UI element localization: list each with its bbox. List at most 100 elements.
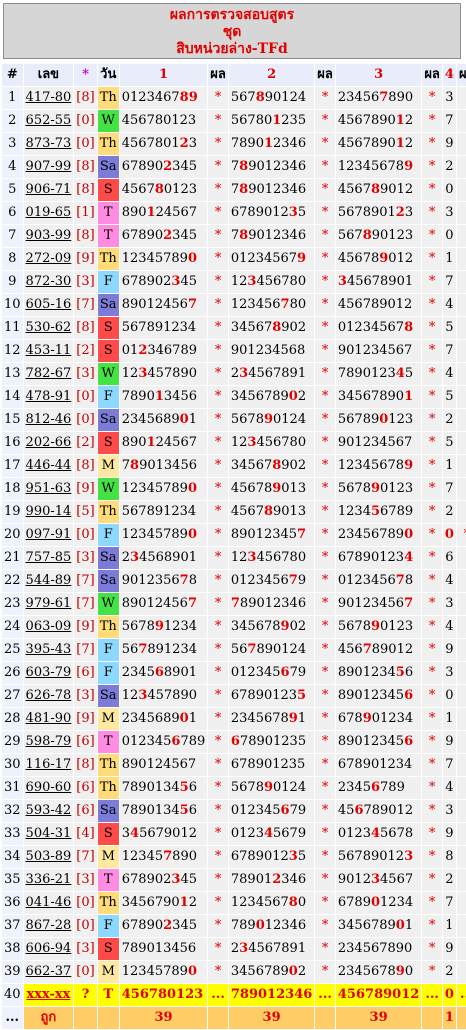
number-link[interactable]: 652-55: [23, 110, 74, 132]
row-number: 32: [2, 800, 23, 822]
set-digits-tail: 890124: [256, 642, 307, 657]
number-link[interactable]: 690-60: [23, 777, 74, 799]
number-link[interactable]: 503-89: [23, 846, 74, 868]
number-link[interactable]: 605-16: [23, 294, 74, 316]
number-link[interactable]: 336-21: [23, 869, 74, 891]
bracket-digit: [8]: [74, 455, 97, 477]
table-row: 10 605-16 [7] Sa 890124567 * 123456780 * 4567890…: [2, 294, 466, 316]
number-link[interactable]: 063-09: [23, 616, 74, 638]
number-link[interactable]: 530-62: [23, 317, 74, 339]
set-digits: 2: [230, 366, 240, 381]
set-1-digits: 012346789: [119, 340, 208, 362]
hit-digit: 7: [187, 596, 197, 611]
set-2-digits: 345678902: [228, 386, 315, 408]
number-link[interactable]: 598-79: [23, 731, 74, 753]
set-digits-tail: 789: [380, 780, 405, 795]
set-3-digits: 345678901: [335, 915, 422, 937]
number-link[interactable]: 097-91: [23, 524, 74, 546]
set-digits-tail: 0123: [380, 481, 414, 496]
set-3-digits: 123456789: [335, 156, 422, 178]
number-link[interactable]: 662-37: [23, 961, 74, 983]
day-badge: Sa: [97, 570, 119, 592]
number-link[interactable]: 990-14: [23, 501, 74, 523]
day-badge: T: [97, 984, 119, 1006]
result-3: *: [422, 777, 442, 799]
result-3: *: [422, 248, 442, 270]
set-digits: 4567: [230, 504, 264, 519]
result-2: *: [315, 294, 335, 316]
number-link[interactable]: 504-31: [23, 823, 74, 845]
number-link[interactable]: 544-89: [23, 570, 74, 592]
set-2-digits: 678901235: [228, 846, 315, 868]
set-digits-tail: 45: [180, 274, 197, 289]
number-link[interactable]: 906-71: [23, 179, 74, 201]
number-link[interactable]: 272-09: [23, 248, 74, 270]
result-4: *: [456, 524, 466, 546]
number-link[interactable]: 782-67: [23, 363, 74, 385]
hit-digit: 3: [138, 366, 148, 381]
number-link[interactable]: 903-99: [23, 225, 74, 247]
number-link[interactable]: 019-65: [23, 202, 74, 224]
number-link[interactable]: 757-85: [23, 547, 74, 569]
number-link[interactable]: 478-91: [23, 386, 74, 408]
set-digits: 7890123: [337, 366, 396, 381]
table-row: 3 873-73 [0] Th 456780123 * 789012346 * 45678901…: [2, 133, 466, 155]
result-3: *: [422, 616, 442, 638]
day-badge: F: [97, 915, 119, 937]
set-digits: 12: [121, 366, 139, 381]
hit-digit: 8: [154, 182, 164, 197]
set-digits: 67890123: [230, 688, 298, 703]
day-badge: S: [97, 938, 119, 960]
set-digits: 23456789: [337, 527, 405, 542]
number-link[interactable]: 395-43: [23, 639, 74, 661]
result-2: *: [315, 202, 335, 224]
hit-digit: 0: [179, 412, 189, 427]
number-link[interactable]: 481-90: [23, 708, 74, 730]
number-link[interactable]: 907-99: [23, 156, 74, 178]
set-digits-tail: 9: [297, 573, 307, 588]
result-4: [456, 455, 466, 477]
number-link[interactable]: 867-28: [23, 915, 74, 937]
result-2: *: [315, 616, 335, 638]
number-link[interactable]: 593-42: [23, 800, 74, 822]
result-4: [456, 340, 466, 362]
number-link[interactable]: 979-61: [23, 593, 74, 615]
set-digits: 789: [230, 918, 256, 933]
set-4-digit: 3: [442, 202, 456, 224]
bracket-digit: [2]: [74, 340, 97, 362]
number-link[interactable]: 626-78: [23, 685, 74, 707]
bracket-digit: [9]: [74, 248, 97, 270]
set-digits-tail: 902: [281, 320, 307, 335]
set-digits: 123456: [230, 297, 281, 312]
number-link[interactable]: 041-46: [23, 892, 74, 914]
number-link[interactable]: 872-30: [23, 271, 74, 293]
row-number: 38: [2, 938, 23, 960]
result-1: *: [208, 823, 228, 845]
hit-digit: 9: [154, 619, 164, 634]
number-link[interactable]: 603-79: [23, 662, 74, 684]
set-digits: 5678901: [337, 205, 396, 220]
number-link[interactable]: 417-80: [23, 87, 74, 109]
set-1-digits: 123457890: [119, 524, 208, 546]
set-2-digits: 234567891: [228, 363, 315, 385]
bracket-digit: [0]: [74, 524, 97, 546]
set-2-digits: 234567891: [228, 938, 315, 960]
day-badge: S: [97, 179, 119, 201]
hit-digit: 5: [297, 688, 307, 703]
number-link[interactable]: 453-11: [23, 340, 74, 362]
number-link[interactable]: 446-44: [23, 455, 74, 477]
set-digits-tail: 24567: [155, 435, 197, 450]
number-link[interactable]: 116-17: [23, 754, 74, 776]
number-link[interactable]: 812-46: [23, 409, 74, 431]
number-link[interactable]: 606-94: [23, 938, 74, 960]
result-1: *: [208, 156, 228, 178]
set-3-digits: 456789012: [335, 248, 422, 270]
hit-digit: 8: [239, 182, 249, 197]
number-link[interactable]: 873-73: [23, 133, 74, 155]
pending-number-link[interactable]: xxx-xx: [23, 984, 74, 1006]
set-1-digits: 234568901: [119, 708, 208, 730]
number-link[interactable]: 202-66: [23, 432, 74, 454]
set-digits: 5678: [230, 412, 264, 427]
number-link[interactable]: 951-63: [23, 478, 74, 500]
set-digits: 678902: [121, 872, 172, 887]
